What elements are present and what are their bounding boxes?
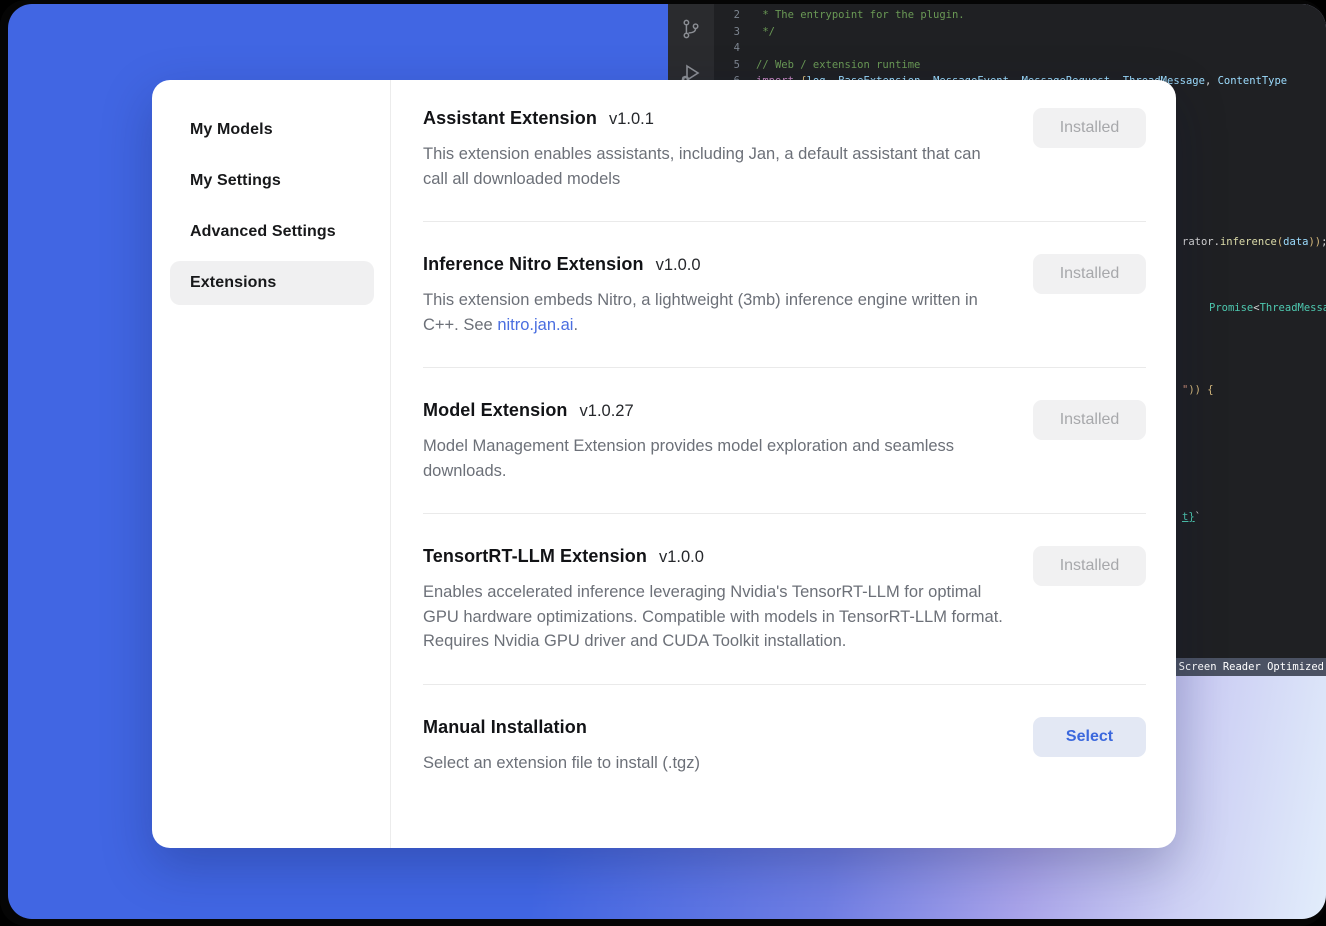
line-number: 3 <box>714 24 756 41</box>
app-window: 2 * The entrypoint for the plugin.3 */45… <box>0 0 1326 926</box>
extension-description: This extension enables assistants, inclu… <box>423 142 1008 191</box>
sidebar-item-my-models[interactable]: My Models <box>170 108 374 152</box>
extension-info: TensortRT-LLM Extension v1.0.0 Enables acc… <box>423 546 1008 654</box>
extension-name: Model Extension <box>423 400 568 421</box>
extension-description: Enables accelerated inference leveraging… <box>423 580 1008 654</box>
code-token: , <box>1205 73 1218 90</box>
extensions-list: Assistant Extension v1.0.1 This extension … <box>391 80 1176 848</box>
extension-description: Select an extension file to install (.tg… <box>423 751 700 776</box>
code-line: 4 <box>714 40 1326 57</box>
code-token: ` <box>1195 511 1201 523</box>
screen-reader-status-item[interactable]: Screen Reader Optimized <box>1169 658 1326 676</box>
extension-version: v1.0.0 <box>659 548 704 567</box>
settings-modal: My Models My Settings Advanced Settings Ext… <box>152 80 1176 848</box>
code-line: 2 * The entrypoint for the plugin. <box>714 7 1326 24</box>
code-fragment: ")) { <box>1182 383 1214 397</box>
installed-button[interactable]: Installed <box>1033 546 1146 586</box>
extension-row: Manual Installation Select an extension f… <box>423 685 1146 796</box>
code-token: t} <box>1182 511 1195 523</box>
code-token: ThreadMessage <box>1260 302 1326 314</box>
select-button[interactable]: Select <box>1033 717 1146 757</box>
line-number: 5 <box>714 57 756 74</box>
extension-info: Model Extension v1.0.27 Model Management E… <box>423 400 1008 483</box>
code-token: )) <box>1188 384 1207 396</box>
background-gradient: 2 * The entrypoint for the plugin.3 */45… <box>8 4 1326 919</box>
extension-version: v1.0.27 <box>580 402 634 421</box>
sidebar-item-my-settings[interactable]: My Settings <box>170 159 374 203</box>
code-token: )) <box>1308 236 1321 248</box>
line-number: 4 <box>714 40 756 57</box>
extension-row: Model Extension v1.0.27 Model Management E… <box>423 368 1146 514</box>
code-area[interactable]: 2 * The entrypoint for the plugin.3 */45… <box>714 7 1326 90</box>
extension-version: v1.0.0 <box>656 256 701 275</box>
extension-row: Assistant Extension v1.0.1 This extension … <box>423 108 1146 222</box>
code-fragment: rator.inference(data)); <box>1182 235 1326 249</box>
extension-name: TensortRT-LLM Extension <box>423 546 647 567</box>
extension-info: Manual Installation Select an extension f… <box>423 717 700 776</box>
extension-row: TensortRT-LLM Extension v1.0.0 Enables acc… <box>423 514 1146 685</box>
extension-version: v1.0.1 <box>609 110 654 129</box>
extension-info: Inference Nitro Extension v1.0.0 This exte… <box>423 254 1008 337</box>
code-token: */ <box>756 24 775 41</box>
line-number: 2 <box>714 7 756 24</box>
code-token: { <box>1207 384 1213 396</box>
installed-button[interactable]: Installed <box>1033 108 1146 148</box>
extension-link[interactable]: nitro.jan.ai <box>497 316 573 334</box>
extension-description: Model Management Extension provides mode… <box>423 434 1008 483</box>
code-token: ; <box>1321 236 1326 248</box>
installed-button[interactable]: Installed <box>1033 400 1146 440</box>
code-token: // Web / extension runtime <box>756 57 920 74</box>
source-control-icon[interactable] <box>678 16 704 42</box>
code-token: data <box>1283 236 1308 248</box>
extension-name: Manual Installation <box>423 717 587 738</box>
code-fragment: Promise<ThreadMessage> <box>1209 301 1326 315</box>
settings-sidebar: My Models My Settings Advanced Settings Ext… <box>152 80 391 848</box>
installed-button[interactable]: Installed <box>1033 254 1146 294</box>
code-line: 3 */ <box>714 24 1326 41</box>
code-line: 5// Web / extension runtime <box>714 57 1326 74</box>
code-fragment: t}` <box>1182 510 1201 524</box>
code-token: ContentType <box>1218 73 1288 90</box>
code-token: * The entrypoint for the plugin. <box>756 7 965 24</box>
extension-description: This extension embeds Nitro, a lightweig… <box>423 288 1008 337</box>
code-token: inference <box>1220 236 1277 248</box>
code-token: rator <box>1182 236 1214 248</box>
sidebar-item-advanced-settings[interactable]: Advanced Settings <box>170 210 374 254</box>
extension-row: Inference Nitro Extension v1.0.0 This exte… <box>423 222 1146 368</box>
extension-name: Inference Nitro Extension <box>423 254 644 275</box>
code-token: Promise <box>1209 302 1253 314</box>
sidebar-item-extensions[interactable]: Extensions <box>170 261 374 305</box>
extension-name: Assistant Extension <box>423 108 597 129</box>
extension-info: Assistant Extension v1.0.1 This extension … <box>423 108 1008 191</box>
